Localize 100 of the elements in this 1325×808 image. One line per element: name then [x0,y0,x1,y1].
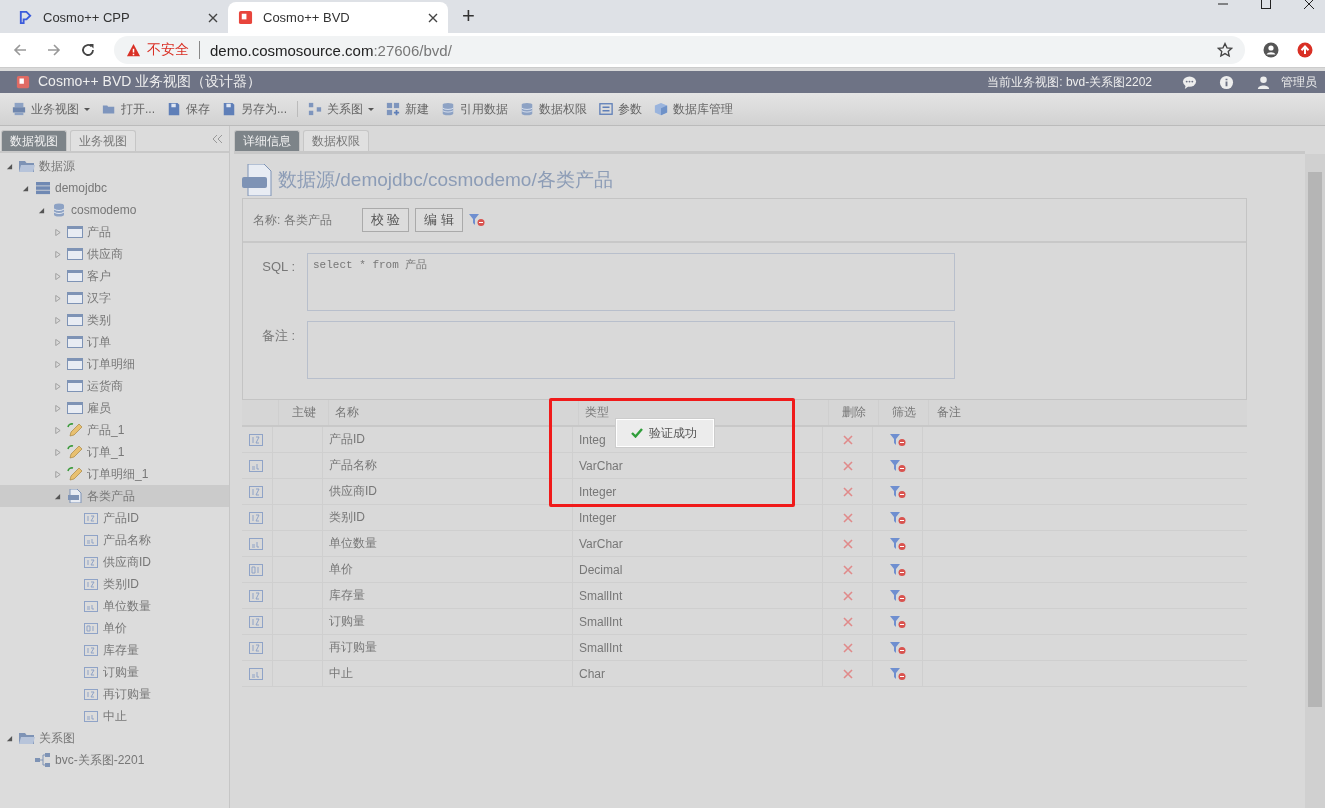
collapse-icon[interactable] [211,134,223,144]
tree-item[interactable]: bvc-关系图-2201 [0,749,229,771]
panel-tab[interactable]: 业务视图 [70,130,136,151]
detail-tab[interactable]: 数据权限 [303,130,369,151]
toolbar-button[interactable]: 保存 [161,97,216,121]
tree-item[interactable]: 各类产品 [0,485,229,507]
delete-icon[interactable] [842,538,853,549]
tree-item[interactable]: 雇员 [0,397,229,419]
tree-item[interactable]: 类别ID [0,573,229,595]
panel-tab[interactable]: 数据视图 [1,130,67,151]
tree-item[interactable]: 库存量 [0,639,229,661]
form-button[interactable]: 编 辑 [415,208,463,232]
user-name[interactable]: 管理员 [1281,73,1317,91]
toolbar-button[interactable]: 参数 [593,97,649,121]
tree-item[interactable]: 供应商 [0,243,229,265]
tree-item[interactable]: 数据源 [0,155,229,177]
new-tab-button[interactable]: + [462,3,475,29]
account-icon[interactable] [1263,42,1279,58]
delete-icon[interactable] [842,642,853,653]
expand-arrow-icon[interactable] [54,250,61,258]
tree-item[interactable]: 产品_1 [0,419,229,441]
delete-icon[interactable] [842,590,853,601]
filter-icon[interactable] [889,666,906,681]
toolbar-button[interactable]: 引用数据 [435,97,515,121]
maximize-icon[interactable] [1260,0,1272,10]
tree-item[interactable]: 单位数量 [0,595,229,617]
delete-icon[interactable] [842,486,853,497]
collapse-arrow-icon[interactable] [6,734,13,742]
expand-arrow-icon[interactable] [54,426,61,434]
tree-item[interactable]: 订单_1 [0,441,229,463]
expand-arrow-icon[interactable] [54,294,61,302]
tree-item[interactable]: 订单 [0,331,229,353]
delete-icon[interactable] [842,668,853,679]
toolbar-button[interactable]: 数据权限 [514,97,594,121]
expand-arrow-icon[interactable] [54,470,61,478]
browser-tab[interactable]: Cosmo++ BVD [228,2,448,33]
expand-arrow-icon[interactable] [54,360,61,368]
expand-arrow-icon[interactable] [54,338,61,346]
collapse-arrow-icon[interactable] [54,492,61,500]
expand-arrow-icon[interactable] [54,316,61,324]
tree-item[interactable]: 类别 [0,309,229,331]
info-icon[interactable] [1219,74,1234,90]
tree-item[interactable]: cosmodemo [0,199,229,221]
tree-item[interactable]: 中止 [0,705,229,727]
back-icon[interactable] [12,42,28,58]
delete-icon[interactable] [842,564,853,575]
expand-arrow-icon[interactable] [54,228,61,236]
expand-arrow-icon[interactable] [54,404,61,412]
toolbar-button[interactable]: 新建 [380,97,436,121]
note-input[interactable] [307,321,955,379]
close-icon[interactable] [428,12,438,23]
sql-input[interactable]: select * from 产品 [307,253,955,311]
tree-item[interactable]: 单价 [0,617,229,639]
tree-item[interactable]: demojdbc [0,177,229,199]
tree-item[interactable]: 产品ID [0,507,229,529]
form-button[interactable]: 校 验 [361,208,410,232]
tree-item[interactable]: 运货商 [0,375,229,397]
address-bar[interactable]: 不安全 demo.cosmosource.com:27606/bvd/ [114,36,1245,64]
toolbar-button[interactable]: 关系图 [302,97,381,121]
collapse-arrow-icon[interactable] [6,162,13,170]
delete-icon[interactable] [842,512,853,523]
collapse-arrow-icon[interactable] [22,184,29,192]
filter-icon[interactable] [889,614,906,629]
tree-item[interactable]: 客户 [0,265,229,287]
tree-item[interactable]: 供应商ID [0,551,229,573]
star-icon[interactable] [1217,42,1233,58]
expand-arrow-icon[interactable] [54,448,61,456]
update-icon[interactable] [1297,42,1313,58]
toolbar-button[interactable]: 数据库管理 [648,97,740,121]
tree-item[interactable]: 产品 [0,221,229,243]
tree-item[interactable]: 订单明细_1 [0,463,229,485]
delete-icon[interactable] [842,434,853,445]
toolbar-button[interactable]: 业务视图 [6,97,96,121]
delete-icon[interactable] [842,616,853,627]
detail-tab[interactable]: 详细信息 [234,130,300,151]
collapse-arrow-icon[interactable] [38,206,45,214]
filter-icon[interactable] [889,432,906,447]
forward-icon[interactable] [46,42,62,58]
filter-icon[interactable] [889,562,906,577]
filter-icon[interactable] [889,536,906,551]
expand-arrow-icon[interactable] [54,272,61,280]
expand-arrow-icon[interactable] [54,382,61,390]
close-icon[interactable] [1303,0,1315,10]
tree-item[interactable]: 汉字 [0,287,229,309]
reload-icon[interactable] [80,42,96,58]
tree-item[interactable]: 关系图 [0,727,229,749]
browser-tab[interactable]: Cosmo++ CPP [8,2,228,33]
delete-icon[interactable] [842,460,853,471]
filter-icon[interactable] [889,510,906,525]
filter-icon[interactable] [889,588,906,603]
toolbar-button[interactable]: 打开... [96,97,161,121]
chat-icon[interactable] [1182,74,1197,90]
tree-item[interactable]: 订单明细 [0,353,229,375]
filter-icon[interactable] [468,213,485,227]
filter-icon[interactable] [889,640,906,655]
tree-item[interactable]: 产品名称 [0,529,229,551]
toolbar-button[interactable]: 另存为... [216,97,294,121]
filter-icon[interactable] [889,458,906,473]
filter-icon[interactable] [889,484,906,499]
tree-item[interactable]: 订购量 [0,661,229,683]
